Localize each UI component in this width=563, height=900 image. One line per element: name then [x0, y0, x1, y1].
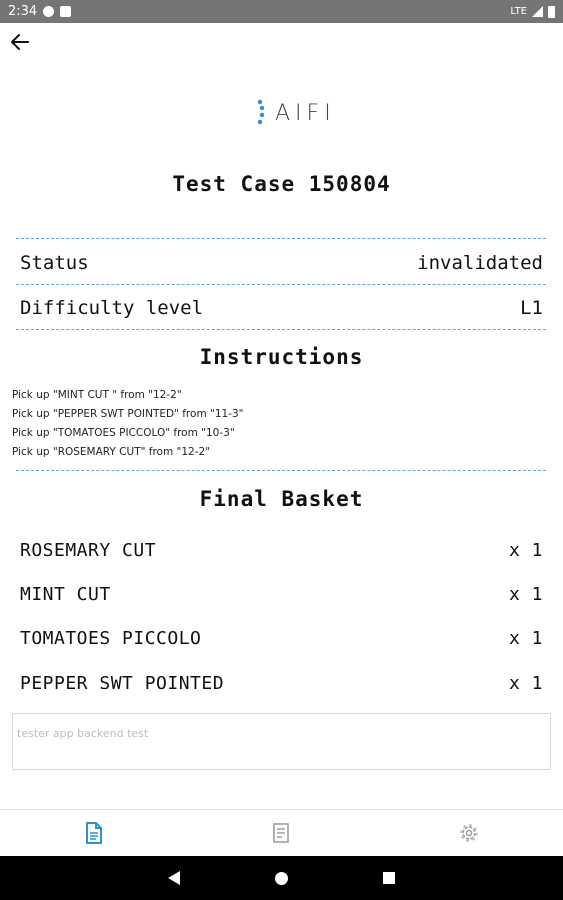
instruction-line: Pick up "TOMATOES PICCOLO" from "10-3"	[12, 427, 235, 439]
status-value: invalidated	[417, 252, 543, 274]
back-button[interactable]	[6, 28, 34, 56]
difficulty-value: L1	[520, 297, 543, 319]
difficulty-label: Difficulty level	[20, 297, 204, 319]
note-placeholder: tester app backend test	[17, 727, 149, 740]
sd-card-icon	[60, 6, 72, 17]
battery-icon	[548, 5, 555, 18]
receipt-icon	[273, 823, 290, 843]
basket-heading: Final Basket	[199, 487, 364, 511]
system-back-button[interactable]	[167, 871, 180, 885]
basket-item: TOMATOES PICCOLO x 1	[20, 628, 543, 649]
instructions-heading: Instructions	[199, 345, 364, 369]
nav-test-case[interactable]	[74, 813, 114, 853]
bottom-nav	[0, 809, 563, 856]
divider	[16, 284, 546, 285]
gear-icon	[460, 824, 478, 842]
clock: 2:34	[8, 4, 38, 19]
basket-item-name: TOMATOES PICCOLO	[20, 628, 202, 649]
logo-text: AIFI	[275, 100, 336, 126]
status-row: Status invalidated	[20, 252, 543, 274]
instruction-line: Pick up "ROSEMARY CUT" from "12-2"	[12, 446, 211, 458]
basket-item-name: MINT CUT	[20, 584, 111, 605]
basket-item-qty: x 1	[508, 584, 543, 605]
signal-icon	[532, 6, 543, 17]
instruction-line: Pick up "MINT CUT " from "12-2"	[12, 389, 182, 401]
network-type: LTE	[510, 6, 527, 17]
basket-item-qty: x 1	[508, 673, 543, 694]
status-label: Status	[20, 252, 89, 274]
divider	[16, 329, 546, 330]
divider	[16, 238, 546, 239]
system-nav-bar	[0, 856, 563, 900]
system-recents-button[interactable]	[383, 872, 396, 884]
basket-item: MINT CUT x 1	[20, 584, 543, 605]
aifi-logo: AIFI	[239, 95, 336, 131]
instruction-line: Pick up "PEPPER SWT POINTED" from "11-3"	[12, 408, 244, 420]
note-field[interactable]: tester app backend test	[12, 713, 551, 770]
page-title: Test Case 150804	[172, 172, 391, 196]
status-bar: 2:34 LTE	[0, 0, 563, 23]
divider	[16, 470, 546, 471]
basket-item-name: ROSEMARY CUT	[20, 540, 157, 561]
difficulty-row: Difficulty level L1	[20, 297, 543, 319]
basket-item-qty: x 1	[508, 540, 543, 561]
nav-receipts[interactable]	[261, 813, 301, 853]
arrow-left-icon	[11, 34, 29, 50]
system-home-button[interactable]	[274, 871, 288, 885]
sync-icon	[43, 6, 55, 17]
basket-item-qty: x 1	[508, 628, 543, 649]
basket-item: ROSEMARY CUT x 1	[20, 540, 543, 561]
aifi-logo-icon	[241, 98, 265, 128]
basket-item: PEPPER SWT POINTED x 1	[20, 673, 543, 694]
nav-settings[interactable]	[449, 813, 489, 853]
basket-item-name: PEPPER SWT POINTED	[20, 673, 225, 694]
instructions-list: Pick up "MINT CUT " from "12-2" Pick up …	[12, 386, 244, 462]
document-icon	[85, 822, 102, 844]
